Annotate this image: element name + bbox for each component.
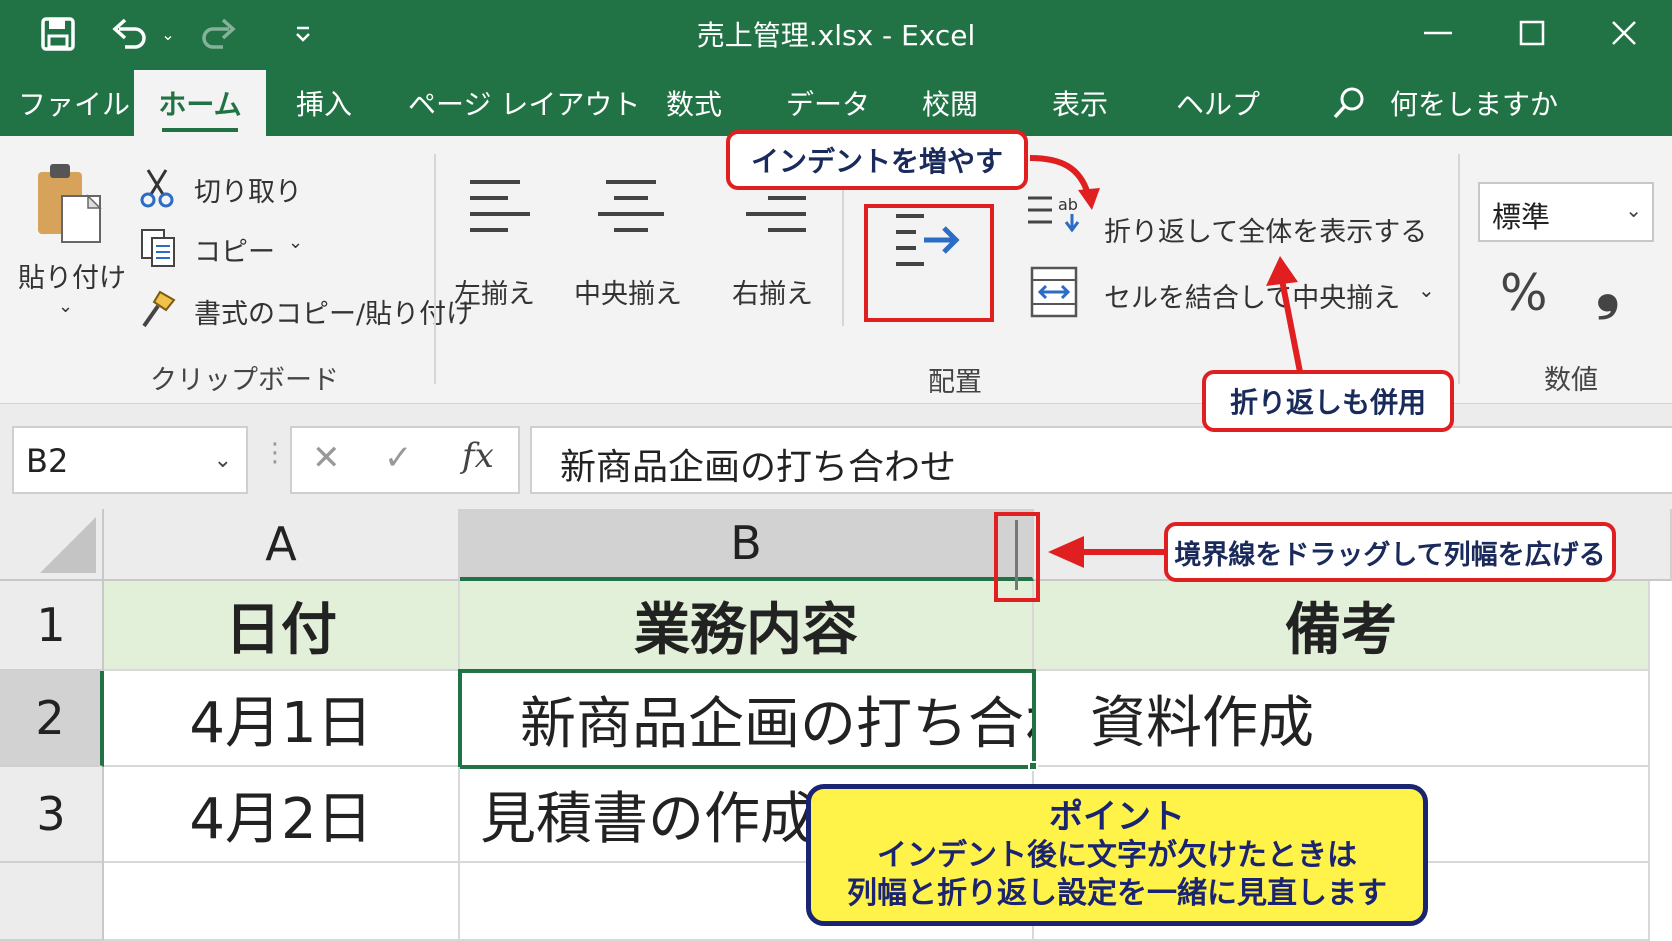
indent-callout: インデントを増やす bbox=[726, 130, 1028, 190]
wrap-arrow bbox=[1279, 279, 1303, 373]
point-line-2: 列幅と折り返し設定を一緒に見直します bbox=[847, 876, 1387, 911]
point-callout: ポイント インデント後に文字が欠けたときは 列幅と折り返し設定を一緒に見直します bbox=[806, 784, 1428, 926]
wrap-arrow-head bbox=[1266, 256, 1298, 286]
wrap-callout: 折り返しも併用 bbox=[1202, 370, 1454, 432]
point-title: ポイント bbox=[1049, 797, 1185, 837]
indent-arrow-head bbox=[1078, 188, 1100, 210]
point-line-1: インデント後に文字が欠けたときは bbox=[877, 838, 1357, 873]
border-callout: 境界線をドラッグして列幅を広げる bbox=[1164, 522, 1616, 582]
border-arrow-head bbox=[1048, 536, 1084, 568]
indent-arrow bbox=[1029, 155, 1091, 195]
